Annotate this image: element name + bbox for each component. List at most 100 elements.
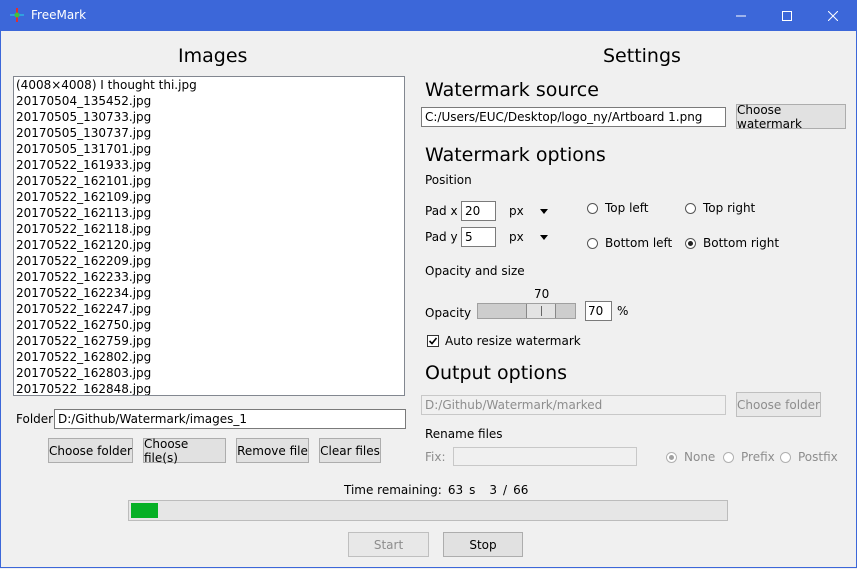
auto-resize-checkbox[interactable] <box>427 335 439 347</box>
rename-none-label: None <box>684 450 716 464</box>
list-item[interactable]: 20170522_162759.jpg <box>14 333 404 349</box>
progress-fill <box>131 503 158 518</box>
close-icon <box>828 10 838 21</box>
watermark-path-field[interactable]: C:/Users/EUC/Desktop/logo_ny/Artboard 1.… <box>421 107 726 127</box>
choose-files-button[interactable]: Choose file(s) <box>143 437 226 465</box>
start-button[interactable]: Start <box>348 532 429 557</box>
time-remaining-value: 63 <box>447 483 464 497</box>
list-item[interactable]: 20170522_162101.jpg <box>14 173 404 189</box>
opacity-slider-thumb[interactable] <box>526 304 556 318</box>
output-choose-folder-button[interactable]: Choose folder <box>736 392 821 417</box>
pad-x-label: Pad x <box>425 204 458 218</box>
output-options-heading: Output options <box>425 362 568 384</box>
stop-button[interactable]: Stop <box>443 532 523 557</box>
app-icon <box>10 8 24 22</box>
folder-label: Folder: <box>16 412 57 426</box>
position-bottom-right-radio[interactable]: Bottom right <box>685 236 779 250</box>
files-done-count: 3 <box>489 483 498 497</box>
list-item[interactable]: 20170504_135452.jpg <box>14 93 404 109</box>
opacity-slider[interactable] <box>477 303 576 319</box>
opacity-input[interactable]: 70 <box>585 301 612 321</box>
percent-label: % <box>617 304 629 318</box>
time-unit: s <box>469 483 476 497</box>
pad-x-input[interactable]: 20 <box>461 201 496 221</box>
position-bottom-left-radio[interactable]: Bottom left <box>587 236 672 250</box>
list-item[interactable]: 20170522_162803.jpg <box>14 365 404 381</box>
fix-input[interactable] <box>453 447 637 466</box>
radio-icon <box>666 451 677 463</box>
pad-x-unit-dropdown[interactable]: px <box>509 204 548 218</box>
maximize-icon <box>782 10 792 21</box>
time-remaining-label: Time remaining: <box>344 483 442 497</box>
radio-icon <box>685 202 696 214</box>
pad-y-input[interactable]: 5 <box>461 227 496 247</box>
rename-prefix-label: Prefix <box>741 450 775 464</box>
list-item[interactable]: 20170522_162750.jpg <box>14 317 404 333</box>
files-total-count: 66 <box>513 483 529 497</box>
rename-none-radio[interactable]: None <box>666 450 715 464</box>
maximize-button[interactable] <box>764 0 810 31</box>
pad-x-unit: px <box>509 204 524 218</box>
pad-y-label: Pad y <box>425 230 458 244</box>
opacity-slider-value: 70 <box>534 287 550 301</box>
radio-icon <box>685 237 696 249</box>
position-top-right-radio[interactable]: Top right <box>685 201 755 215</box>
position-bottom-left-label: Bottom left <box>605 236 673 250</box>
position-top-left-radio[interactable]: Top left <box>587 201 649 215</box>
watermark-options-heading: Watermark options <box>425 144 606 166</box>
list-item[interactable]: 20170522_162802.jpg <box>14 349 404 365</box>
radio-icon <box>587 202 598 214</box>
rename-postfix-radio[interactable]: Postfix <box>780 450 838 464</box>
list-item[interactable]: 20170522_162113.jpg <box>14 205 404 221</box>
list-item[interactable]: 20170522_162247.jpg <box>14 301 404 317</box>
minimize-button[interactable] <box>718 0 764 31</box>
list-item[interactable]: 20170522_161933.jpg <box>14 157 404 173</box>
clear-files-button[interactable]: Clear files <box>319 438 381 463</box>
list-item[interactable]: 20170522_162120.jpg <box>14 237 404 253</box>
radio-icon <box>587 237 598 249</box>
watermark-source-heading: Watermark source <box>425 79 599 101</box>
list-item[interactable]: 20170522_162848.jpg <box>14 381 404 395</box>
list-item[interactable]: 20170522_162234.jpg <box>14 285 404 301</box>
files-separator: / <box>503 483 508 497</box>
list-item[interactable]: 20170505_130737.jpg <box>14 125 404 141</box>
position-bottom-right-label: Bottom right <box>703 236 780 250</box>
chevron-down-icon <box>539 234 548 240</box>
list-item[interactable]: 20170505_130733.jpg <box>14 109 404 125</box>
rename-postfix-label: Postfix <box>798 450 838 464</box>
rename-files-label: Rename files <box>425 427 503 441</box>
rename-prefix-radio[interactable]: Prefix <box>723 450 775 464</box>
progress-bar <box>128 500 728 521</box>
auto-resize-label: Auto resize watermark <box>445 334 581 348</box>
fix-label: Fix: <box>425 450 446 464</box>
remove-file-button[interactable]: Remove file <box>236 438 309 463</box>
images-folder-field[interactable]: D:/Github/Watermark/images_1 <box>54 409 406 429</box>
window-title: FreeMark <box>31 8 87 22</box>
list-item[interactable]: 20170522_162233.jpg <box>14 269 404 285</box>
output-folder-field[interactable]: D:/Github/Watermark/marked <box>421 395 726 415</box>
list-item[interactable]: (4008×4008) I thought thi.jpg <box>14 77 404 93</box>
time-remaining-row: Time remaining: 63 s 3 / 66 <box>344 483 528 497</box>
opacity-label: Opacity <box>425 306 472 320</box>
choose-watermark-button[interactable]: Choose watermark <box>736 103 846 131</box>
list-item[interactable]: 20170522_162118.jpg <box>14 221 404 237</box>
radio-icon <box>723 451 734 463</box>
list-item[interactable]: 20170522_162109.jpg <box>14 189 404 205</box>
close-button[interactable] <box>810 0 856 31</box>
choose-folder-button[interactable]: Choose folder <box>48 438 133 463</box>
minimize-icon <box>736 15 746 16</box>
chevron-down-icon <box>539 208 548 214</box>
settings-heading: Settings <box>603 45 681 67</box>
position-label: Position <box>425 173 472 187</box>
position-top-right-label: Top right <box>703 201 756 215</box>
position-top-left-label: Top left <box>605 201 649 215</box>
images-heading: Images <box>178 45 248 67</box>
list-item[interactable]: 20170505_131701.jpg <box>14 141 404 157</box>
check-icon <box>428 337 438 345</box>
list-item[interactable]: 20170522_162209.jpg <box>14 253 404 269</box>
radio-icon <box>780 451 791 463</box>
title-bar[interactable]: FreeMark <box>0 0 857 31</box>
pad-y-unit-dropdown[interactable]: px <box>509 230 548 244</box>
image-file-list[interactable]: (4008×4008) I thought thi.jpg 20170504_13… <box>13 76 405 396</box>
pad-y-unit: px <box>509 230 524 244</box>
